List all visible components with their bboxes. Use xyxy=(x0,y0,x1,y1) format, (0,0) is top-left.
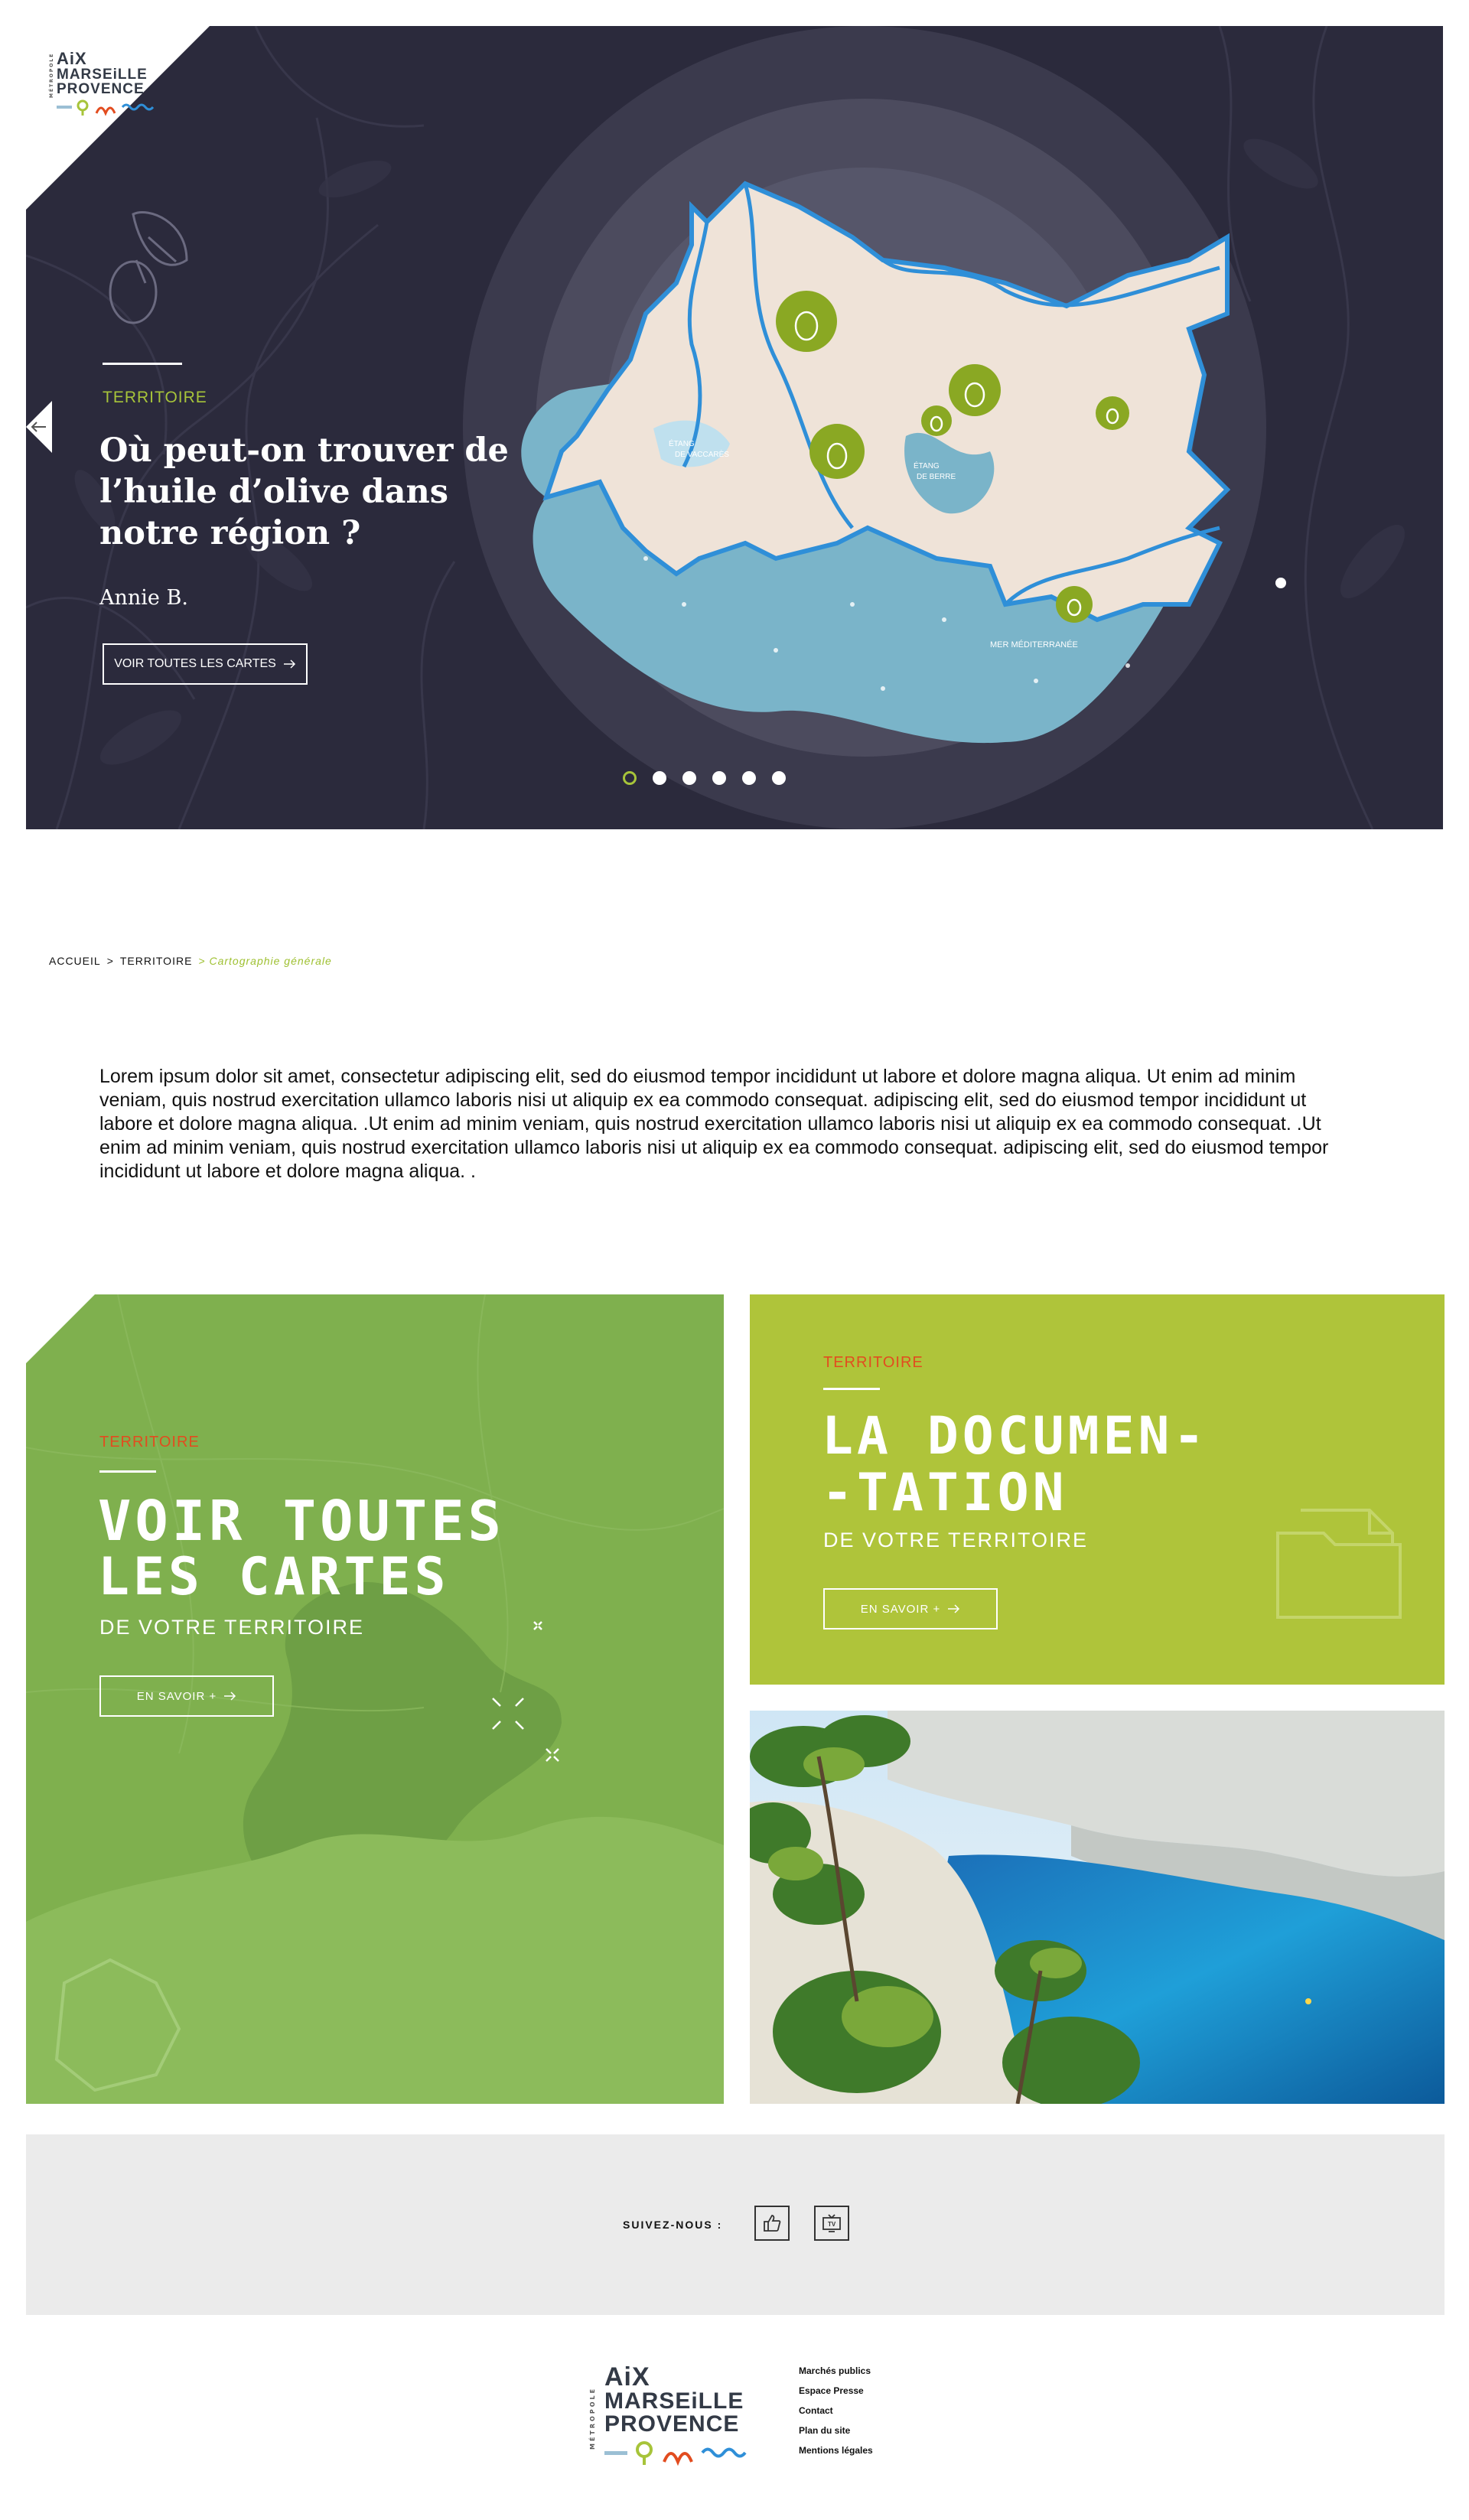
slider-dot-5[interactable] xyxy=(742,771,756,785)
like-icon[interactable] xyxy=(754,2206,790,2241)
footer-link-marches[interactable]: Marchés publics xyxy=(799,2365,873,2376)
slider-dot-6[interactable] xyxy=(772,771,786,785)
maps-card-more-button[interactable]: EN SAVOIR + xyxy=(99,1675,274,1717)
logo-line-marseille: MARSEiLLE xyxy=(57,67,148,83)
view-all-maps-button-label: VOIR TOUTES LES CARTES xyxy=(114,657,276,670)
region-map[interactable]: ÉTANG DE VACCARÈS ÉTANG DE BERRE MER MÉD… xyxy=(454,69,1342,757)
logo-symbols-icon xyxy=(57,99,155,116)
slider-dot-4[interactable] xyxy=(712,771,726,785)
slider-dot-1[interactable] xyxy=(623,771,637,785)
logo-line-aix: AiX xyxy=(57,49,87,68)
arrow-right-icon xyxy=(948,1604,960,1613)
social-band: SUIVEZ-NOUS : TV xyxy=(26,2134,1445,2315)
map-marker[interactable] xyxy=(1275,578,1286,588)
doc-card-subtitle: DE VOTRE TERRITOIRE xyxy=(823,1529,1089,1551)
hero-category-tag: TERRITOIRE xyxy=(103,389,207,406)
footer-link-plan[interactable]: Plan du site xyxy=(799,2425,873,2436)
breadcrumb-home[interactable]: ACCUEIL xyxy=(49,955,101,967)
footer-logo-aix: AiX xyxy=(604,2362,650,2391)
slider-pagination xyxy=(623,771,786,785)
logo-line-provence: PROVENCE xyxy=(57,81,145,97)
hero-author: Annie B. xyxy=(99,586,188,610)
calanque-photo xyxy=(750,1711,1445,2104)
slider-dot-3[interactable] xyxy=(682,771,696,785)
svg-text:TV: TV xyxy=(828,2221,836,2228)
doc-card-more-button[interactable]: EN SAVOIR + xyxy=(823,1588,998,1630)
map-label-berre-1: ÉTANG xyxy=(914,461,940,470)
footer-logo-vertical: MÉTROPOLE xyxy=(589,2386,596,2450)
footer-link-contact[interactable]: Contact xyxy=(799,2405,873,2416)
maps-card-subtitle: DE VOTRE TERRITOIRE xyxy=(99,1616,365,1639)
map-label-vaccares-2: DE VACCARÈS xyxy=(675,449,729,459)
arrow-right-icon xyxy=(224,1691,236,1701)
slider-dot-2[interactable] xyxy=(653,771,666,785)
maps-card-title-line2: LES CARTES xyxy=(98,1547,450,1607)
breadcrumb-separator: > xyxy=(198,955,206,967)
footer-logo-marseille: MARSEiLLE xyxy=(604,2388,744,2414)
social-label: SUIVEZ-NOUS : xyxy=(623,2219,723,2231)
map-label-berre-2: DE BERRE xyxy=(917,473,956,481)
map-label-sea: MER MÉDITERRANÉE xyxy=(990,640,1078,650)
arrow-right-icon xyxy=(283,659,295,669)
breadcrumb-separator: > xyxy=(106,955,114,967)
doc-card-tag: TERRITOIRE xyxy=(823,1354,923,1371)
footer-link-presse[interactable]: Espace Presse xyxy=(799,2385,873,2396)
footer-links: Marchés publics Espace Presse Contact Pl… xyxy=(799,2365,873,2456)
breadcrumb-current: > Cartographie générale xyxy=(198,955,331,967)
maps-card[interactable]: TERRITOIRE VOIR TOUTES LES CARTES DE VOT… xyxy=(26,1294,724,2104)
doc-card-more-label: EN SAVOIR + xyxy=(860,1602,941,1616)
tv-icon[interactable]: TV xyxy=(814,2206,849,2241)
documentation-card[interactable]: TERRITOIRE LA DOCUMEN- -TATION DE VOTRE … xyxy=(750,1294,1445,1685)
footer-logo-symbols-icon xyxy=(604,2441,747,2466)
view-all-maps-button[interactable]: VOIR TOUTES LES CARTES xyxy=(103,643,308,685)
maps-card-divider xyxy=(99,1470,156,1473)
maps-card-tag: TERRITOIRE xyxy=(99,1434,200,1450)
breadcrumb-territoire[interactable]: TERRITOIRE xyxy=(120,955,193,967)
map-label-vaccares-1: ÉTANG xyxy=(669,438,695,448)
folder-icon xyxy=(1276,1509,1402,1619)
calanque-photo-image xyxy=(750,1711,1445,2104)
hero-divider xyxy=(103,363,182,365)
breadcrumb-current-label: Cartographie générale xyxy=(209,955,332,967)
hero-slider: MÉTROPOLE AiX MARSEiLLE PROVENCE TERRITO… xyxy=(26,26,1443,829)
footer-link-mentions[interactable]: Mentions légales xyxy=(799,2445,873,2456)
doc-card-title-line2: -TATION xyxy=(822,1463,1068,1523)
logo-vertical-text: MÉTROPOLE xyxy=(49,52,54,98)
footer-logo-provence: PROVENCE xyxy=(604,2411,740,2437)
intro-paragraph: Lorem ipsum dolor sit amet, consectetur … xyxy=(99,1066,1329,1182)
hero-prev-arrow[interactable] xyxy=(26,401,52,453)
olive-branch-icon xyxy=(109,211,188,324)
card-corner-cut xyxy=(26,1294,95,1363)
breadcrumb: ACCUEIL > TERRITOIRE > Cartographie géné… xyxy=(49,955,332,967)
maps-card-title-line1: VOIR TOUTES xyxy=(98,1489,505,1553)
doc-card-title-line1: LA DOCUMEN- xyxy=(822,1406,1209,1467)
doc-card-divider xyxy=(823,1388,880,1390)
maps-card-more-label: EN SAVOIR + xyxy=(136,1689,217,1703)
